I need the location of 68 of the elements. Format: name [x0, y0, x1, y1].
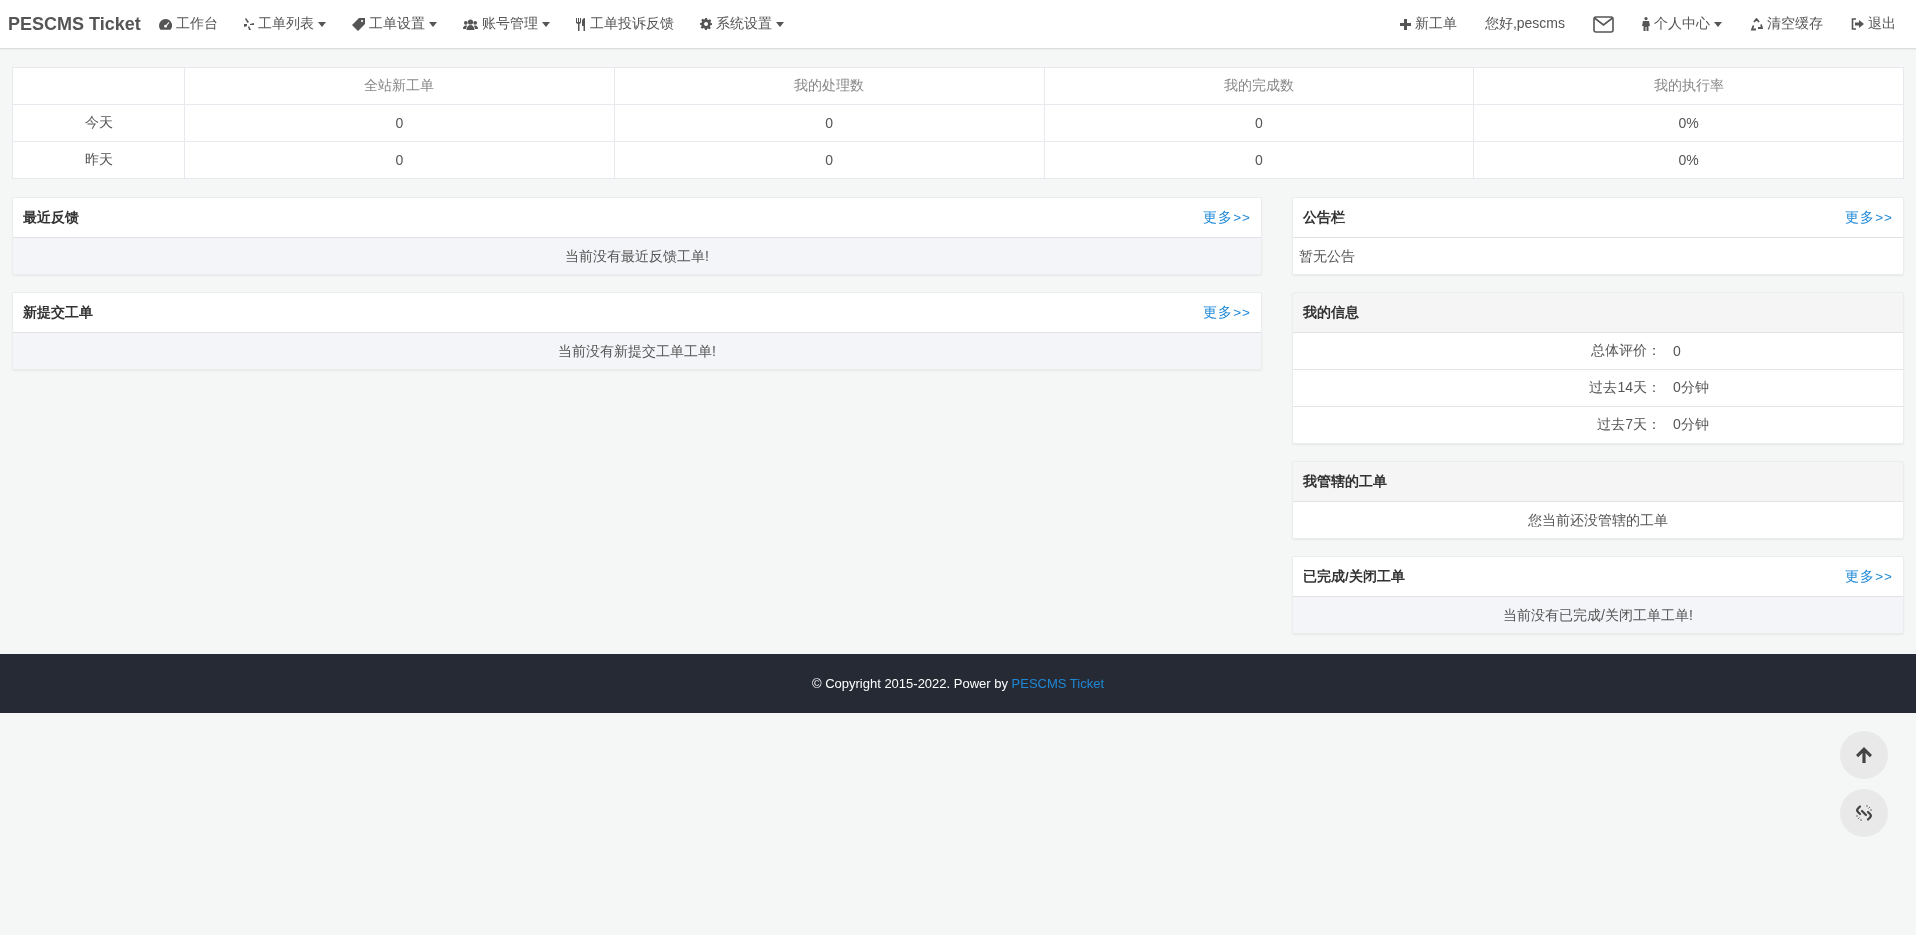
plus-icon	[1399, 18, 1411, 30]
panel-title: 最近反馈	[23, 208, 79, 227]
broken-link-icon	[1854, 803, 1874, 823]
info-value: 0分钟	[1673, 379, 1709, 397]
person-icon	[1642, 17, 1650, 31]
nav-link[interactable]: 个人中心	[1642, 15, 1722, 33]
back-to-top-button[interactable]	[1840, 731, 1888, 779]
info-label: 总体评价：	[1590, 342, 1661, 360]
caret-icon	[541, 21, 550, 27]
column-header: 我的执行率	[1473, 67, 1904, 105]
empty-message: 您当前还没管辖的工单	[1527, 511, 1669, 530]
table-cell: 0%	[1473, 104, 1904, 142]
panel-title: 我的信息	[1303, 303, 1359, 322]
notice-text: 暂无公告	[1298, 247, 1356, 266]
table-cell: 0	[184, 104, 615, 142]
users-icon	[462, 18, 478, 30]
info-label: 过去7天：	[1596, 416, 1661, 434]
nav-link[interactable]: 系统设置	[699, 15, 784, 33]
nav-link[interactable]: 退出	[1851, 15, 1896, 33]
nav-link[interactable]: 工单设置	[351, 15, 437, 33]
nav-link[interactable]: 工单投诉反馈	[575, 15, 674, 33]
table-cell: 0	[614, 104, 1044, 142]
greeting-text: 您好,pescms	[1484, 15, 1565, 33]
row-label: 昨天	[12, 141, 185, 179]
column-header: 我的处理数	[614, 67, 1044, 105]
table-cell: 0	[184, 141, 615, 179]
table-cell: 0	[1044, 141, 1474, 179]
info-value: 0分钟	[1673, 416, 1709, 434]
sign-out-icon	[1851, 18, 1864, 30]
empty-message: 当前没有最近反馈工单!	[13, 238, 1261, 274]
brand-logo-text[interactable]: PESCMS Ticket	[8, 13, 141, 35]
more-link[interactable]: 更多>>	[1845, 567, 1893, 586]
column-header: 全站新工单	[184, 67, 615, 105]
caret-icon	[775, 21, 784, 27]
footer-link[interactable]: PESCMS Ticket	[1011, 676, 1105, 691]
cutlery-icon	[575, 17, 586, 31]
empty-message: 当前没有新提交工单工单!	[13, 333, 1261, 369]
table-cell: 0%	[1473, 141, 1904, 179]
nav-link[interactable]: 新工单	[1399, 15, 1457, 33]
recycle-icon	[1750, 17, 1763, 31]
envelope-icon[interactable]	[1593, 15, 1614, 33]
info-value: 0	[1673, 343, 1681, 359]
nav-link[interactable]: 工作台	[158, 15, 218, 33]
caret-icon	[317, 21, 326, 27]
nav-link[interactable]: 工单列表	[243, 15, 326, 33]
table-cell: 0	[1044, 104, 1474, 142]
tag-icon	[351, 17, 365, 31]
row-label: 今天	[12, 104, 185, 142]
info-label: 过去14天：	[1588, 379, 1661, 397]
nav-link[interactable]: 清空缓存	[1750, 15, 1823, 33]
more-link[interactable]: 更多>>	[1203, 208, 1251, 227]
dashboard-icon	[158, 18, 172, 30]
more-link[interactable]: 更多>>	[1845, 208, 1893, 227]
arrow-up-icon	[1855, 746, 1873, 764]
table-cell: 0	[614, 141, 1044, 179]
empty-message: 当前没有已完成/关闭工单工单!	[1293, 597, 1903, 633]
nav-link[interactable]: 账号管理	[462, 15, 550, 33]
copyright-text: © Copyright 2015-2022. Power by PESCMS Ticket	[811, 676, 1105, 691]
column-header: 我的完成数	[1044, 67, 1474, 105]
panel-title: 公告栏	[1303, 208, 1345, 227]
panel-title: 我管辖的工单	[1303, 472, 1387, 491]
caret-icon	[428, 21, 437, 27]
unlink-button[interactable]	[1840, 789, 1888, 837]
panel-title: 新提交工单	[23, 303, 93, 322]
settings-icon	[699, 18, 712, 30]
panel-title: 已完成/关闭工单	[1303, 567, 1405, 586]
caret-icon	[1714, 21, 1722, 27]
more-link[interactable]: 更多>>	[1203, 303, 1251, 322]
